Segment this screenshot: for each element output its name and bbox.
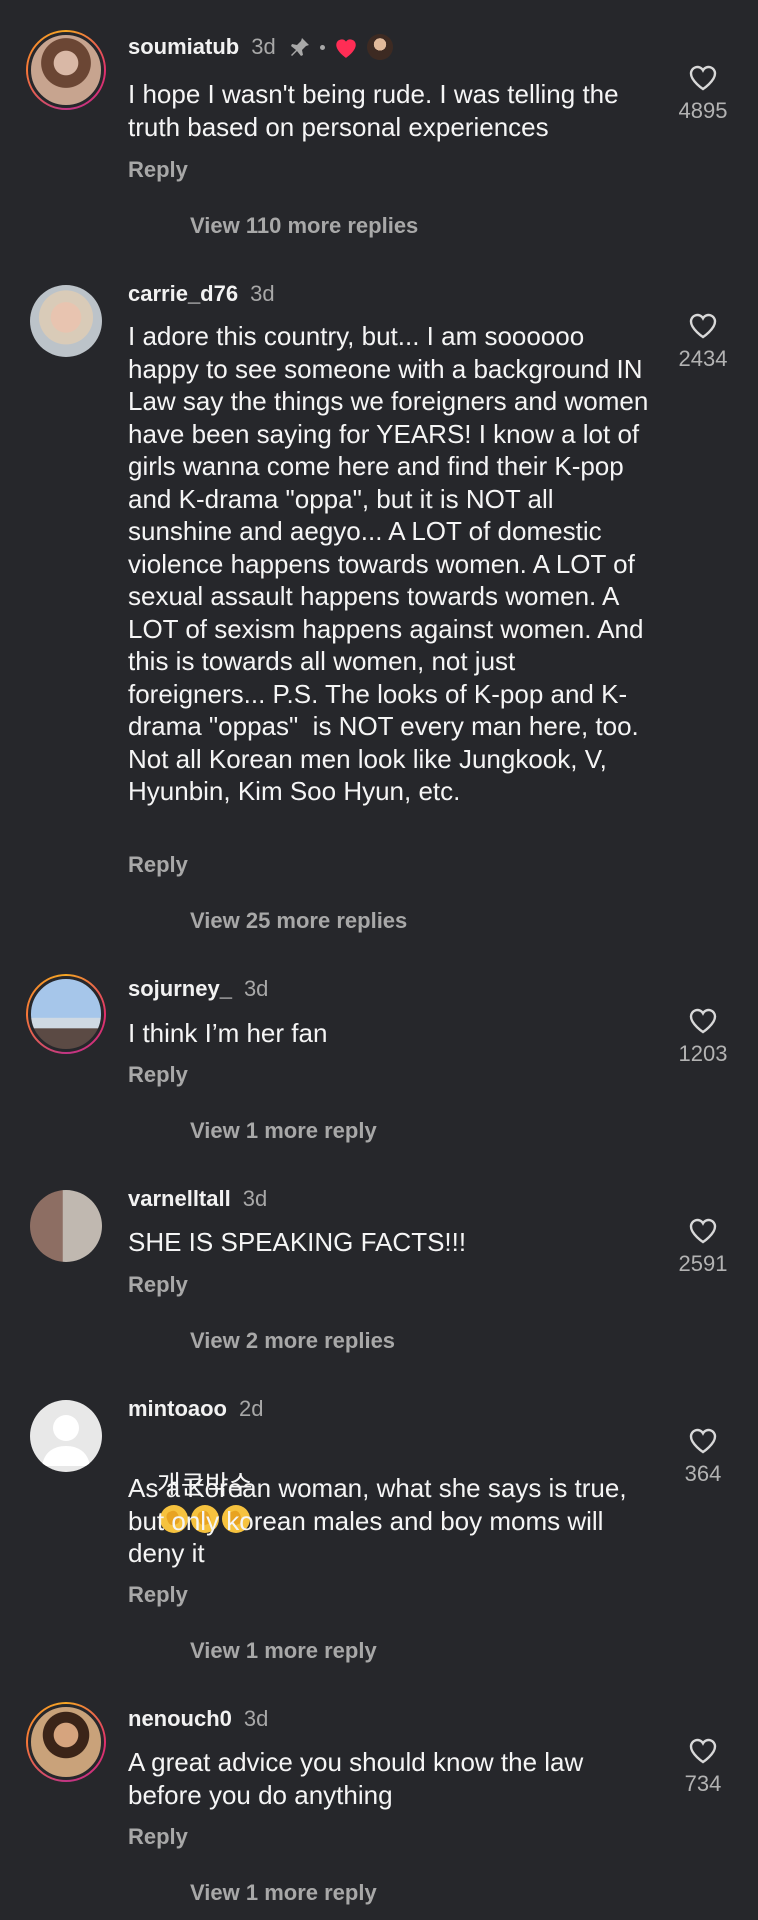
like-button[interactable]: 2434 (663, 310, 743, 372)
comment-text: SHE IS SPEAKING FACTS!!! (128, 1227, 467, 1257)
view-more-replies[interactable]: View 1 more reply (190, 1118, 377, 1144)
view-more-replies[interactable]: View 2 more replies (190, 1328, 395, 1354)
like-button[interactable]: 2591 (663, 1215, 743, 1277)
comment-text: I think I’m her fan (128, 1018, 328, 1048)
heart-outline-icon (689, 1218, 717, 1244)
reply-button[interactable]: Reply (128, 1272, 188, 1298)
comment-text: I adore this country, but... I am sooooo… (128, 321, 656, 806)
timestamp: 3d (243, 976, 269, 1001)
heart-filled-icon (335, 39, 356, 58)
reply-button[interactable]: Reply (128, 1824, 188, 1850)
username[interactable]: mintoaoo (128, 1396, 227, 1422)
like-button[interactable]: 4895 (663, 62, 743, 124)
like-count: 2591 (678, 1251, 728, 1276)
like-button[interactable]: 734 (663, 1735, 743, 1797)
avatar[interactable] (26, 30, 106, 110)
username[interactable]: varnelltall (128, 1186, 231, 1212)
heart-outline-icon (689, 1738, 717, 1764)
view-more-replies[interactable]: View 1 more reply (190, 1638, 377, 1664)
like-count: 734 (684, 1771, 722, 1796)
username[interactable]: nenouch0 (128, 1706, 232, 1732)
avatar[interactable] (26, 1186, 106, 1266)
reply-button[interactable]: Reply (128, 1062, 188, 1088)
heart-outline-icon (689, 313, 717, 339)
like-count: 364 (684, 1461, 722, 1486)
creator-avatar-mini (366, 34, 393, 60)
comment-text: As a Korean woman, what she says is true… (128, 1473, 634, 1568)
heart-outline-icon (689, 65, 717, 91)
view-more-replies[interactable]: View 1 more reply (190, 1880, 377, 1906)
timestamp: 3d (243, 1706, 269, 1731)
username[interactable]: carrie_d76 (128, 281, 238, 307)
username[interactable]: soumiatub (128, 34, 239, 60)
like-count: 2434 (678, 346, 728, 371)
reply-button[interactable]: Reply (128, 1582, 188, 1608)
heart-outline-icon (689, 1428, 717, 1454)
pin-icon (290, 38, 309, 56)
username[interactable]: sojurney_ (128, 976, 232, 1002)
like-count: 4895 (678, 98, 728, 123)
reply-button[interactable]: Reply (128, 157, 188, 183)
avatar[interactable] (26, 1396, 106, 1476)
timestamp: 3d (242, 1186, 268, 1211)
comment-text: I hope I wasn't being rude. I was tellin… (128, 79, 626, 142)
avatar[interactable] (26, 974, 106, 1054)
default-avatar-icon (42, 1415, 90, 1466)
timestamp: 2d (239, 1396, 264, 1421)
reply-button[interactable]: Reply (128, 852, 188, 878)
timestamp: 3d (251, 34, 276, 59)
like-button[interactable]: 1203 (663, 1005, 743, 1067)
pinned-indicator (288, 34, 393, 60)
view-more-replies[interactable]: View 110 more replies (190, 213, 418, 239)
heart-outline-icon (689, 1008, 717, 1034)
like-count: 1203 (678, 1041, 728, 1066)
like-button[interactable]: 364 (663, 1425, 743, 1487)
avatar[interactable] (26, 281, 106, 361)
comment-text: A great advice you should know the law b… (128, 1747, 591, 1810)
view-more-replies[interactable]: View 25 more replies (190, 908, 407, 934)
timestamp: 3d (250, 281, 275, 306)
avatar[interactable] (26, 1702, 106, 1782)
separator-dot (319, 44, 325, 50)
